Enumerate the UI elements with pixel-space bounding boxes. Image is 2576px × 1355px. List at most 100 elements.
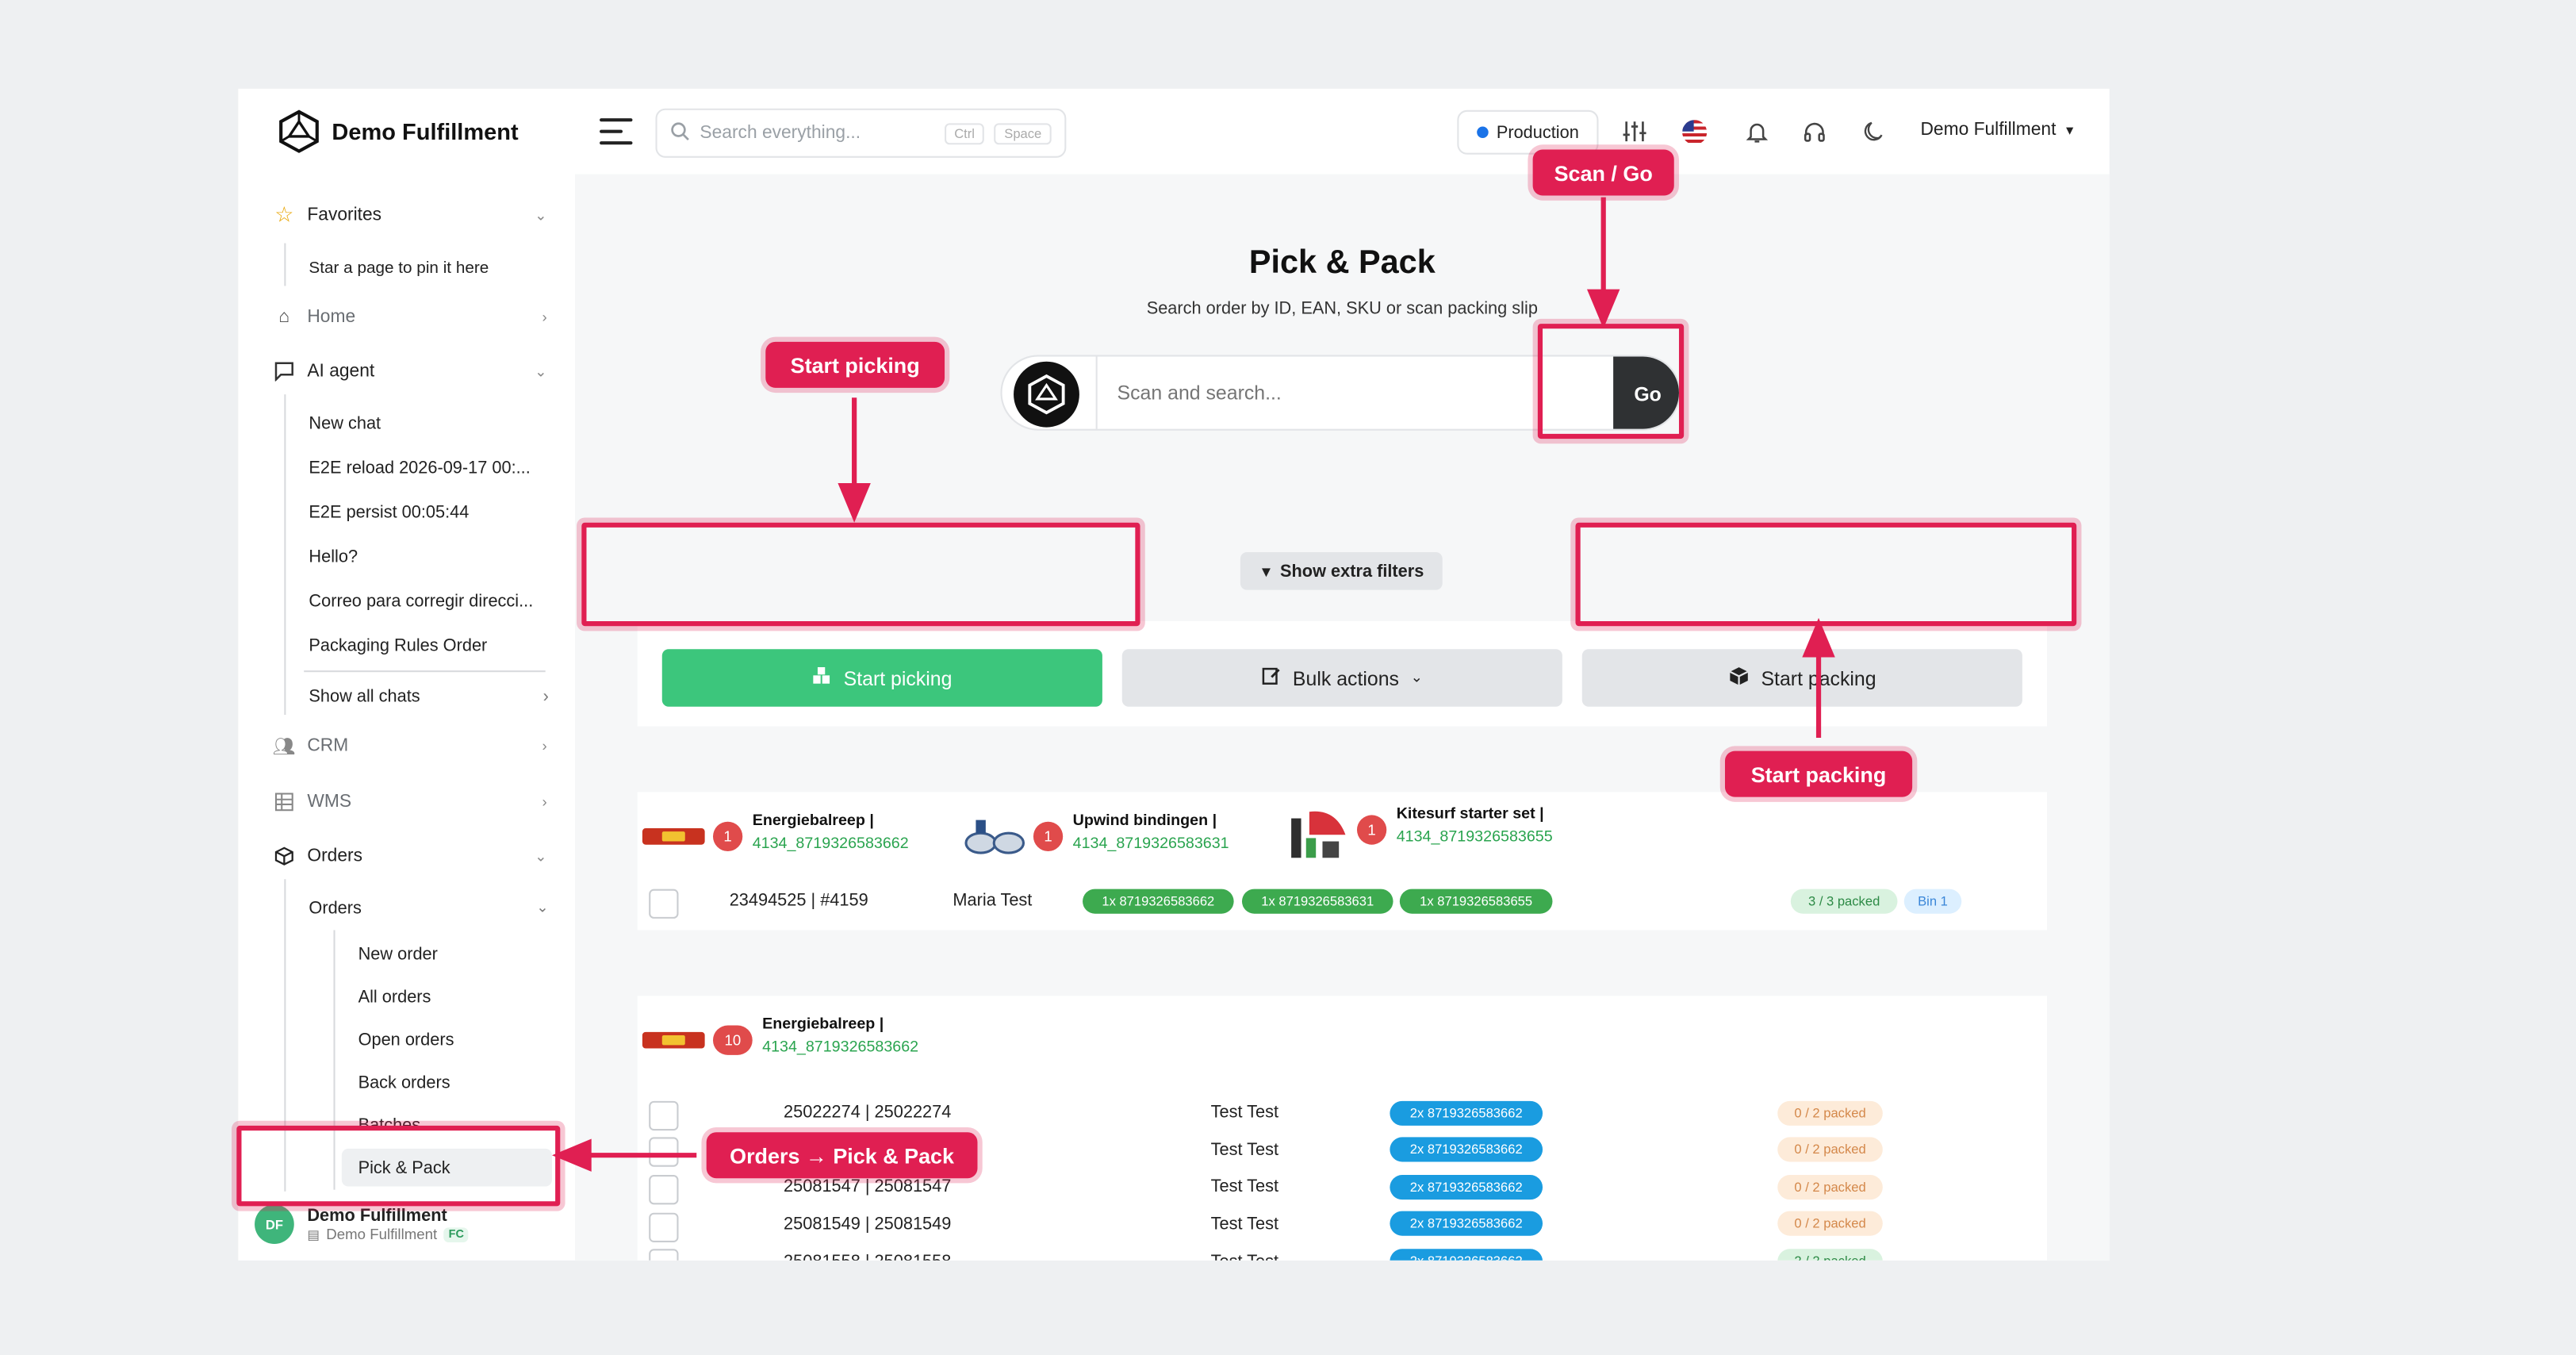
bell-icon[interactable] <box>1742 117 1771 146</box>
batch-card: 10 Energiebalreep | 4134_8719326583662 2… <box>637 996 2047 1261</box>
order-checkbox[interactable] <box>649 1137 679 1167</box>
chat-item[interactable]: New chat <box>309 414 381 434</box>
sidebar-item-wms[interactable]: WMS › <box>271 784 547 820</box>
order-id[interactable]: 25022274 | 25022274 <box>784 1103 951 1123</box>
scan-search-bar: Go <box>1000 355 1681 431</box>
qty-badge: 10 <box>712 1025 753 1055</box>
sidebar-item-home[interactable]: ⌂ Home › <box>271 299 546 336</box>
user-org-row: ▤ Demo Fulfillment FC <box>307 1226 470 1242</box>
qty-badge: 1 <box>1356 815 1387 845</box>
product-sku[interactable]: 4134_8719326583655 <box>1397 828 1553 846</box>
product-name: Energiebalreep | <box>762 1015 884 1034</box>
show-all-chats-link[interactable]: Show all chats › <box>309 687 548 707</box>
start-packing-button[interactable]: Start packing <box>1581 649 2022 707</box>
chat-item[interactable]: Hello? <box>309 547 358 567</box>
order-checkbox[interactable] <box>649 889 679 919</box>
product-item[interactable]: 1 Energiebalreep | 4134_8719326583662 <box>641 812 909 861</box>
sidebar-item-all-orders[interactable]: All orders <box>358 988 431 1008</box>
language-flag-icon[interactable] <box>1679 117 1708 146</box>
user-profile[interactable]: DF Demo Fulfillment ▤ Demo Fulfillment F… <box>255 1204 470 1245</box>
sidebar-item-back-orders[interactable]: Back orders <box>358 1073 450 1093</box>
moon-icon[interactable] <box>1860 117 1889 146</box>
menu-icon[interactable] <box>600 118 633 145</box>
chevron-down-icon: ⌄ <box>535 362 547 379</box>
sidebar-item-label: CRM <box>307 735 349 756</box>
sidebar: Demo Fulfillment ☆ Favorites ⌄ Star a pa… <box>238 88 575 1261</box>
bin-badge: Bin 1 <box>1903 889 1962 914</box>
packed-status-badge: 0 / 2 packed <box>1777 1137 1883 1162</box>
chat-item[interactable]: Correo para corregir direcci... <box>309 592 533 612</box>
sidebar-item-label: AI agent <box>307 361 375 382</box>
sidebar-item-new-order[interactable]: New order <box>358 945 438 965</box>
users-icon: 👥︎ <box>272 737 296 757</box>
product-sku[interactable]: 4134_8719326583631 <box>1073 835 1229 853</box>
favorites-hint: Star a page to pin it here <box>309 259 489 278</box>
sidebar-item-favorites[interactable]: ☆ Favorites ⌄ <box>271 198 546 234</box>
user-name: Demo Fulfillment <box>307 1206 447 1226</box>
packed-status-badge: 0 / 2 packed <box>1777 1175 1883 1200</box>
sliders-icon[interactable] <box>1620 117 1649 146</box>
order-checkbox[interactable] <box>649 1249 679 1261</box>
sidebar-item-label: WMS <box>307 792 352 812</box>
ean-tag: 2x 8719326583662 <box>1390 1211 1543 1236</box>
table-icon <box>271 792 297 812</box>
page-title: Pick & Pack <box>1248 244 1436 282</box>
order-id[interactable]: 25081549 | 25081549 <box>784 1215 951 1234</box>
batch-card: 1 Energiebalreep | 4134_8719326583662 1 … <box>637 792 2047 931</box>
order-checkbox[interactable] <box>649 1175 679 1205</box>
order-id[interactable]: 25081558 | 25081558 <box>784 1252 951 1260</box>
environment-switcher[interactable]: Production <box>1457 109 1599 155</box>
product-image <box>641 1015 707 1065</box>
scan-input[interactable] <box>1117 381 1594 405</box>
chevron-down-icon: ▾ <box>2065 121 2074 138</box>
show-extra-filters-button[interactable]: ▼ Show extra filters <box>1240 551 1443 590</box>
sidebar-item-orders[interactable]: Orders ⌄ <box>271 838 547 874</box>
sidebar-item-open-orders[interactable]: Open orders <box>358 1031 454 1050</box>
bulk-actions-button[interactable]: Bulk actions ⌄ <box>1121 649 1562 707</box>
order-id[interactable]: 25081547 | 25081547 <box>784 1177 951 1196</box>
filters-label: Show extra filters <box>1280 561 1424 582</box>
product-item[interactable]: 1 Kitesurf starter set | 4134_8719326583… <box>1285 805 1553 865</box>
product-item[interactable]: 1 Upwind bindingen | 4134_8719326583631 <box>961 812 1229 861</box>
sidebar-item-ai-agent[interactable]: AI agent ⌄ <box>271 353 547 390</box>
brand-name: Demo Fulfillment <box>332 118 519 145</box>
page-subtitle: Search order by ID, EAN, SKU or scan pac… <box>1146 298 1538 319</box>
start-packing-label: Start packing <box>1761 666 1876 689</box>
headset-icon[interactable] <box>1799 117 1828 146</box>
sidebar-item-crm[interactable]: 👥︎ CRM › <box>271 728 547 765</box>
building-icon: ▤ <box>307 1226 320 1242</box>
stage: Demo Fulfillment ☆ Favorites ⌄ Star a pa… <box>0 0 2576 1355</box>
package-icon <box>1728 665 1750 691</box>
app-window: Demo Fulfillment ☆ Favorites ⌄ Star a pa… <box>238 88 2110 1261</box>
order-id[interactable]: 23494525 | #4159 <box>730 891 868 911</box>
brand[interactable]: Demo Fulfillment <box>276 109 519 155</box>
ean-tag: 2x 8719326583662 <box>1390 1175 1543 1200</box>
divider <box>304 670 546 673</box>
order-checkbox[interactable] <box>649 1212 679 1242</box>
sidebar-item-pick-pack[interactable]: Pick & Pack <box>358 1158 450 1178</box>
sidebar-subgroup-orders[interactable]: Orders ⌄ <box>309 899 548 919</box>
order-checkbox[interactable] <box>649 1100 679 1131</box>
chat-item[interactable]: E2E reload 2026-09-17 00:... <box>309 459 530 478</box>
packed-status-badge: 0 / 2 packed <box>1777 1211 1883 1236</box>
chat-item[interactable]: E2E persist 00:05:44 <box>309 503 469 523</box>
product-name: Kitesurf starter set | <box>1396 804 1544 823</box>
chat-icon <box>271 362 297 382</box>
product-image <box>641 812 707 861</box>
start-picking-button[interactable]: Start picking <box>661 649 1102 707</box>
customer-name: Maria Test <box>953 890 1033 911</box>
boxes-icon <box>812 666 832 690</box>
status-dot-icon <box>1476 126 1489 138</box>
product-sku[interactable]: 4134_8719326583662 <box>753 835 909 853</box>
chat-item[interactable]: Packaging Rules Order <box>309 636 487 656</box>
customer-name: Test Test <box>1210 1140 1279 1161</box>
account-name: Demo Fulfillment <box>1920 120 2057 140</box>
go-button[interactable]: Go <box>1613 356 1679 429</box>
global-search[interactable]: Search everything... Ctrl Space <box>655 108 1067 158</box>
product-item[interactable]: 10 Energiebalreep | 4134_8719326583662 <box>641 1015 918 1065</box>
account-menu[interactable]: Demo Fulfillment ▾ <box>1920 120 2073 140</box>
brand-logo-icon <box>279 109 319 153</box>
product-sku[interactable]: 4134_8719326583662 <box>762 1038 918 1057</box>
sidebar-item-batches[interactable]: Batches <box>358 1115 421 1135</box>
start-picking-label: Start picking <box>843 666 953 689</box>
